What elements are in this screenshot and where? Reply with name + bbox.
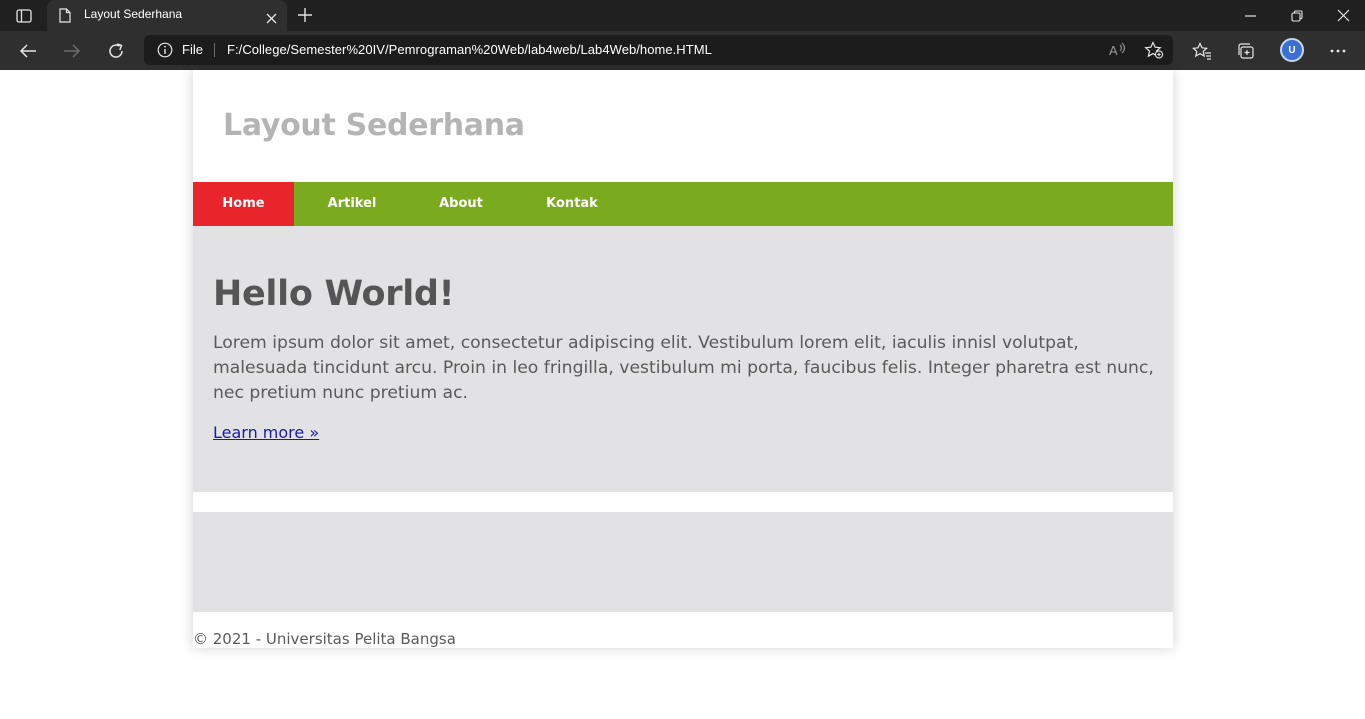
browser-toolbar: File F:/College/Semester%20IV/Pemrograma… [0, 31, 1365, 70]
url-text[interactable]: F:/College/Semester%20IV/Pemrograman%20W… [227, 42, 712, 57]
document-icon [59, 8, 71, 27]
address-bar[interactable]: File F:/College/Semester%20IV/Pemrograma… [144, 35, 1173, 65]
read-aloud-icon[interactable]: A [1108, 41, 1128, 63]
refresh-icon[interactable] [102, 37, 130, 65]
content-band [193, 512, 1173, 612]
tab-title: Layout Sederhana [84, 7, 183, 21]
site-title: Layout Sederhana [223, 108, 525, 143]
more-options-icon[interactable] [1325, 38, 1351, 64]
hero-text: Lorem ipsum dolor sit amet, consectetur … [213, 333, 1154, 403]
favorites-icon[interactable] [1189, 38, 1215, 64]
site-info-icon[interactable] [157, 42, 173, 62]
page-container: Layout Sederhana Home Artikel About Kont… [193, 70, 1173, 648]
restore-icon[interactable] [1274, 0, 1320, 31]
profile-initial: U [1288, 44, 1296, 56]
close-window-icon[interactable] [1320, 0, 1365, 31]
nav-item-artikel[interactable]: Artikel [311, 182, 393, 226]
collections-icon[interactable] [1233, 38, 1259, 64]
nav-item-home[interactable]: Home [193, 182, 294, 226]
address-separator [214, 43, 215, 57]
nav-item-kontak[interactable]: Kontak [529, 182, 615, 226]
back-icon[interactable] [14, 37, 42, 65]
close-tab-icon[interactable] [266, 9, 277, 28]
site-nav: Home Artikel About Kontak [193, 182, 1173, 226]
site-header: Layout Sederhana [193, 70, 1173, 182]
forward-icon[interactable] [58, 37, 86, 65]
svg-text:A: A [1109, 43, 1118, 58]
browser-tab[interactable]: Layout Sederhana [47, 0, 287, 31]
hero-heading: Hello World! [213, 274, 455, 314]
profile-avatar[interactable]: U [1280, 38, 1304, 62]
minimize-icon[interactable] [1228, 0, 1274, 31]
new-tab-icon[interactable] [296, 6, 314, 28]
browser-tab-bar: Layout Sederhana [0, 0, 1365, 31]
tab-actions-icon[interactable] [10, 6, 38, 26]
site-footer: © 2021 - Universitas Pelita Bangsa [193, 630, 456, 648]
address-scheme-label: File [182, 42, 203, 57]
nav-item-about[interactable]: About [421, 182, 501, 226]
hero-section: Hello World! Lorem ipsum dolor sit amet,… [193, 226, 1173, 492]
learn-more-link[interactable]: Learn more » [213, 423, 319, 442]
add-favorite-icon[interactable] [1144, 41, 1164, 63]
